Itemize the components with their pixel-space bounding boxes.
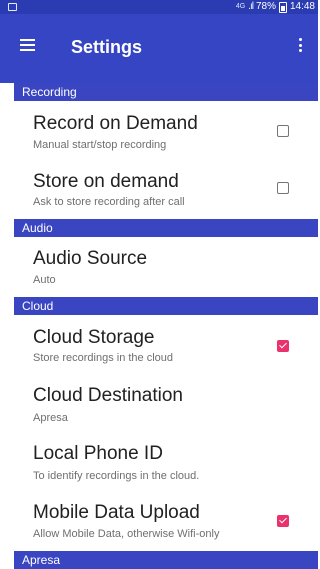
cloud-storage-checkbox[interactable] (277, 340, 289, 352)
signal-icon: .ıl (248, 1, 254, 12)
pref-local-phone-id[interactable]: Local Phone ID To identify recordings in… (14, 433, 318, 493)
pref-subtitle: Manual start/stop recording (33, 139, 167, 151)
record-on-demand-checkbox[interactable] (277, 125, 289, 137)
pref-subtitle: To identify recordings in the cloud. (33, 470, 200, 482)
section-header-cloud: Cloud (14, 297, 318, 315)
pref-cloud-storage[interactable]: Cloud Storage Store recordings in the cl… (14, 315, 318, 375)
more-vert-icon[interactable] (298, 36, 304, 54)
pref-title: Store on demand (33, 171, 179, 192)
pref-title: Cloud Destination (33, 385, 183, 406)
pref-title: Cloud Storage (33, 327, 155, 348)
battery-icon (278, 1, 287, 13)
pref-subtitle: Store recordings in the cloud (33, 352, 174, 364)
status-right: 4G .ıl 78% 14:48 (236, 1, 315, 13)
pref-title: Audio Source (33, 248, 148, 269)
pref-mobile-data-upload[interactable]: Mobile Data Upload Allow Mobile Data, ot… (14, 493, 318, 550)
pref-title: Record on Demand (33, 113, 198, 134)
pref-subtitle: Ask to store recording after call (33, 196, 185, 208)
store-on-demand-checkbox[interactable] (277, 182, 289, 194)
section-header-audio: Audio (14, 219, 318, 237)
pref-title: Mobile Data Upload (33, 502, 200, 523)
pref-store-on-demand[interactable]: Store on demand Ask to store recording a… (14, 163, 318, 218)
pref-title: Local Phone ID (33, 443, 163, 464)
network-type: 4G (235, 3, 246, 10)
pref-record-on-demand[interactable]: Record on Demand Manual start/stop recor… (14, 101, 318, 155)
section-header-recording: Recording (14, 83, 318, 101)
pref-subtitle: Allow Mobile Data, otherwise Wifi-only (33, 528, 220, 540)
battery-percent: 78% (255, 1, 276, 12)
section-header-apresa: Apresa (14, 551, 318, 569)
hamburger-menu-icon[interactable] (20, 39, 35, 51)
pref-subtitle: Auto (33, 274, 56, 286)
pref-audio-source[interactable]: Audio Source Auto (14, 237, 318, 297)
clock: 14:48 (289, 1, 315, 12)
notification-icon (8, 3, 17, 11)
mobile-data-upload-checkbox[interactable] (277, 515, 289, 527)
page-title: Settings (71, 37, 143, 57)
status-bar: 4G .ıl 78% 14:48 (0, 0, 318, 14)
pref-subtitle: Apresa (33, 412, 68, 424)
app-bar: Settings (0, 14, 318, 83)
pref-cloud-destination[interactable]: Cloud Destination Apresa (14, 375, 318, 433)
